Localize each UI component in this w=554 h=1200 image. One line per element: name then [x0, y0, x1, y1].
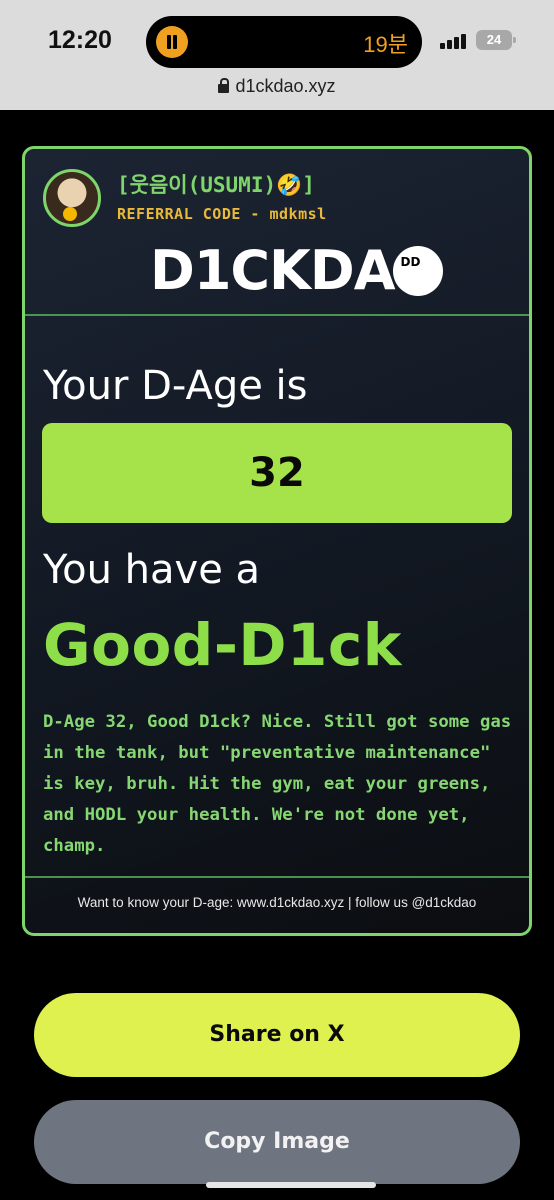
- result-heading: You have a: [43, 547, 261, 593]
- username: [웃음이(USUMI)🤣]: [117, 173, 315, 197]
- result-label: Good-D1ck: [43, 611, 402, 679]
- home-indicator[interactable]: [206, 1182, 376, 1188]
- referral-code: REFERRAL CODE - mdkmsl: [117, 205, 327, 223]
- timer-label: 19분: [363, 32, 408, 57]
- status-and-url-bar: 12:20 19분 24 d1ckdao.xyz: [0, 0, 554, 110]
- status-time: 12:20: [48, 26, 112, 54]
- logo-text: D1CKDA: [150, 239, 395, 302]
- share-on-x-button[interactable]: Share on X: [34, 993, 520, 1077]
- pause-icon[interactable]: [156, 26, 188, 58]
- lock-icon: [218, 78, 230, 93]
- d-age-result-card: [웃음이(USUMI)🤣] REFERRAL CODE - mdkmsl D1C…: [22, 146, 532, 936]
- dynamic-island[interactable]: 19분: [146, 16, 422, 68]
- d1ckdao-logo: D1CKDA DD: [150, 243, 443, 299]
- address-bar[interactable]: d1ckdao.xyz: [0, 76, 554, 97]
- age-value: 32: [42, 423, 512, 523]
- avatar: [43, 169, 101, 227]
- signal-icon: [440, 33, 468, 49]
- age-heading: Your D-Age is: [43, 363, 308, 409]
- logo-badge: DD: [392, 246, 443, 296]
- url-text: d1ckdao.xyz: [235, 76, 336, 96]
- description-text: D-Age 32, Good D1ck? Nice. Still got som…: [43, 712, 512, 856]
- battery-icon: 24: [476, 30, 516, 50]
- footer-divider: [25, 876, 529, 878]
- copy-image-button[interactable]: Copy Image: [34, 1100, 520, 1184]
- divider: [25, 314, 529, 316]
- footer-text: Want to know your D-age: www.d1ckdao.xyz…: [77, 895, 477, 910]
